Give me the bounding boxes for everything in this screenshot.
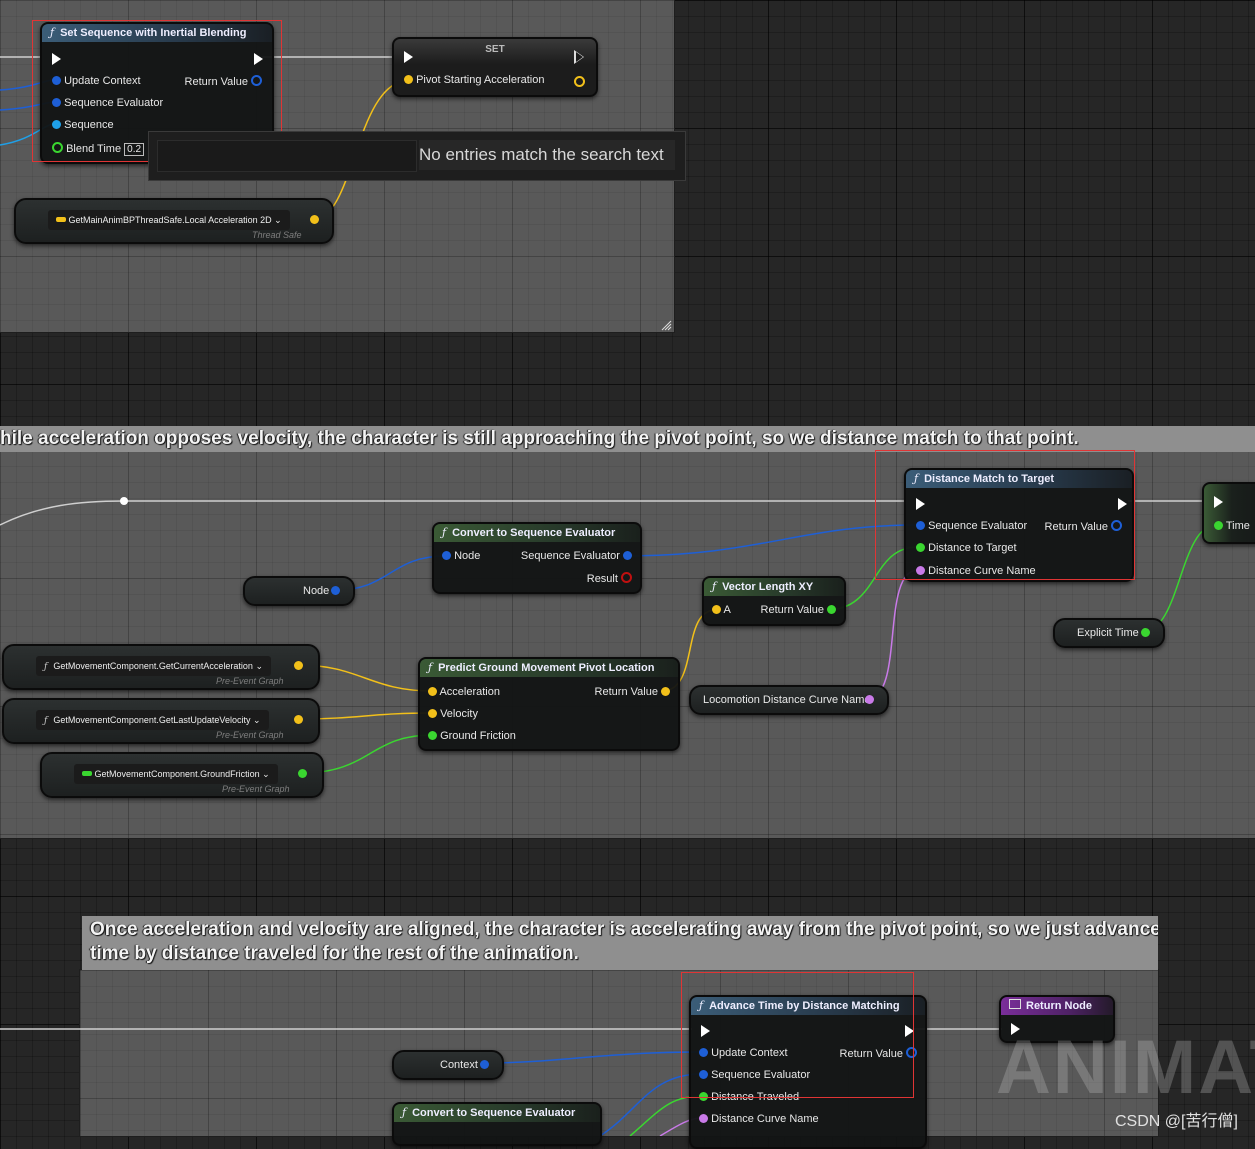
- function-icon: ƒ: [442, 526, 447, 539]
- return-value-pin-icon[interactable]: [827, 605, 836, 614]
- local-acceleration-getter-node[interactable]: GetMainAnimBPThreadSafe.Local Accelerati…: [14, 198, 334, 244]
- node-variable-pin-icon[interactable]: [331, 586, 340, 595]
- sequence-evaluator-label: Sequence Evaluator: [520, 550, 620, 562]
- result-pin-icon[interactable]: [621, 572, 632, 583]
- local-acceleration-label: GetMainAnimBPThreadSafe.Local Accelerati…: [68, 215, 272, 225]
- search-input[interactable]: [157, 140, 417, 172]
- pre-event-graph-subtext: Pre-Event Graph: [222, 784, 290, 794]
- acceleration-pin-icon[interactable]: [428, 687, 437, 696]
- thread-safe-subtext: Thread Safe: [252, 230, 302, 240]
- predict-ground-movement-pivot-node[interactable]: ƒ Predict Ground Movement Pivot Location …: [418, 657, 680, 751]
- acceleration-label: Acceleration: [439, 686, 500, 698]
- exec-in-pin[interactable]: [1214, 496, 1223, 508]
- node-label: Node: [454, 550, 481, 562]
- variable-icon: [82, 771, 92, 776]
- curve-name-label: Locomotion Distance Curve Name: [703, 694, 871, 706]
- last-update-velocity-dropdown[interactable]: ƒ GetMovementComponent.GetLastUpdateVeloc…: [36, 710, 269, 730]
- exec-in-pin[interactable]: [404, 51, 413, 63]
- function-icon: ƒ: [428, 661, 433, 674]
- ground-friction-dropdown[interactable]: GetMovementComponent.GroundFriction ⌄: [74, 764, 278, 784]
- current-acceleration-label: GetMovementComponent.GetCurrentAccelerat…: [53, 661, 253, 671]
- csdn-watermark: CSDN @[苦行僧]: [1115, 1113, 1238, 1130]
- result-label: Result: [586, 573, 618, 585]
- distance-curve-name-pin-icon[interactable]: [699, 1114, 708, 1123]
- node-pin-icon[interactable]: [442, 551, 451, 560]
- explicit-time-variable[interactable]: Explicit Time: [1053, 618, 1165, 648]
- node-variable-label: Node: [303, 585, 330, 597]
- a-pin-icon[interactable]: [712, 605, 721, 614]
- function-icon: ƒ: [402, 1106, 407, 1119]
- pre-event-graph-subtext: Pre-Event Graph: [216, 676, 284, 686]
- last-update-velocity-label: GetMovementComponent.GetLastUpdateVeloci…: [53, 715, 251, 725]
- context-pin-icon[interactable]: [480, 1060, 489, 1069]
- context-label: Context: [440, 1059, 478, 1071]
- velocity-label: Velocity: [440, 708, 478, 720]
- a-label: A: [723, 604, 731, 616]
- current-acceleration-out-pin-icon[interactable]: [294, 661, 303, 670]
- dropdown-chevron-icon: ⌄: [262, 769, 270, 779]
- sequence-evaluator-pin-icon[interactable]: [623, 551, 632, 560]
- pivot-accel-out-pin-icon[interactable]: [574, 76, 585, 87]
- locomotion-distance-curve-name-variable[interactable]: Locomotion Distance Curve Name: [689, 685, 889, 715]
- no-entries-message: No entries match the search text: [419, 140, 675, 170]
- current-acceleration-dropdown[interactable]: ƒ GetMovementComponent.GetCurrentAccelera…: [36, 656, 272, 676]
- set-pivot-acceleration-node[interactable]: SET Pivot Starting Acceleration: [392, 37, 598, 97]
- ground-friction-pin-icon[interactable]: [428, 731, 437, 740]
- dropdown-chevron-icon: ⌄: [255, 661, 264, 671]
- distance-curve-name-label: Distance Curve Name: [711, 1113, 819, 1125]
- exec-out-pin[interactable]: [574, 50, 584, 64]
- ground-friction-getter-node[interactable]: GetMovementComponent.GroundFriction ⌄ Pr…: [40, 752, 324, 798]
- variable-icon: [56, 217, 66, 222]
- return-value-label: Return Value: [594, 686, 658, 698]
- pivot-accel-label: Pivot Starting Acceleration: [416, 74, 545, 86]
- ground-friction-label: Ground Friction: [440, 730, 516, 742]
- function-icon: ƒ: [44, 716, 48, 726]
- local-acceleration-dropdown[interactable]: GetMainAnimBPThreadSafe.Local Accelerati…: [48, 210, 290, 230]
- time-label: Time: [1225, 520, 1250, 532]
- local-acceleration-out-pin-icon[interactable]: [310, 215, 319, 224]
- partial-node-right[interactable]: Time: [1202, 482, 1255, 544]
- current-acceleration-getter-node[interactable]: ƒ GetMovementComponent.GetCurrentAccelera…: [2, 644, 320, 690]
- velocity-pin-icon[interactable]: [428, 709, 437, 718]
- explicit-time-pin-icon[interactable]: [1141, 628, 1150, 637]
- node-title: Vector Length XY: [722, 581, 814, 593]
- node-title: Predict Ground Movement Pivot Location: [438, 662, 655, 674]
- curve-name-pin-icon[interactable]: [865, 695, 874, 704]
- dropdown-chevron-icon: ⌄: [252, 715, 261, 725]
- return-value-pin-icon[interactable]: [661, 687, 670, 696]
- function-icon: ƒ: [44, 662, 48, 672]
- node-title: Convert to Sequence Evaluator: [452, 527, 616, 539]
- selection-box-distance-match: [875, 450, 1135, 580]
- node-title: Return Node: [1026, 1000, 1092, 1012]
- animat-watermark: ANIMAT: [996, 1025, 1255, 1110]
- last-update-velocity-getter-node[interactable]: ƒ GetMovementComponent.GetLastUpdateVeloc…: [2, 698, 320, 744]
- context-variable[interactable]: Context: [392, 1050, 504, 1080]
- pre-event-graph-subtext: Pre-Event Graph: [216, 730, 284, 740]
- node-variable[interactable]: Node: [243, 576, 355, 606]
- explicit-time-label: Explicit Time: [1077, 627, 1139, 639]
- convert-to-sequence-evaluator-node[interactable]: ƒ Convert to Sequence Evaluator Node Sequ…: [432, 522, 642, 594]
- set-node-title: SET: [485, 44, 505, 55]
- vector-length-xy-node[interactable]: ƒ Vector Length XY A Return Value: [702, 576, 846, 626]
- last-update-velocity-out-pin-icon[interactable]: [294, 715, 303, 724]
- convert-to-sequence-evaluator-node-2[interactable]: ƒ Convert to Sequence Evaluator: [392, 1102, 602, 1146]
- search-results-popup: No entries match the search text: [148, 131, 686, 181]
- selection-box-advance-time: [681, 972, 914, 1098]
- dropdown-chevron-icon: ⌄: [274, 215, 282, 225]
- ground-friction-out-pin-icon[interactable]: [298, 769, 307, 778]
- function-icon: ƒ: [712, 580, 717, 593]
- pivot-accel-in-pin-icon[interactable]: [404, 75, 413, 84]
- time-pin-icon[interactable]: [1214, 521, 1223, 530]
- node-title: Convert to Sequence Evaluator: [412, 1107, 576, 1119]
- return-node-icon: [1009, 999, 1021, 1009]
- return-value-label: Return Value: [760, 604, 824, 616]
- ground-friction-label: GetMovementComponent.GroundFriction: [94, 769, 260, 779]
